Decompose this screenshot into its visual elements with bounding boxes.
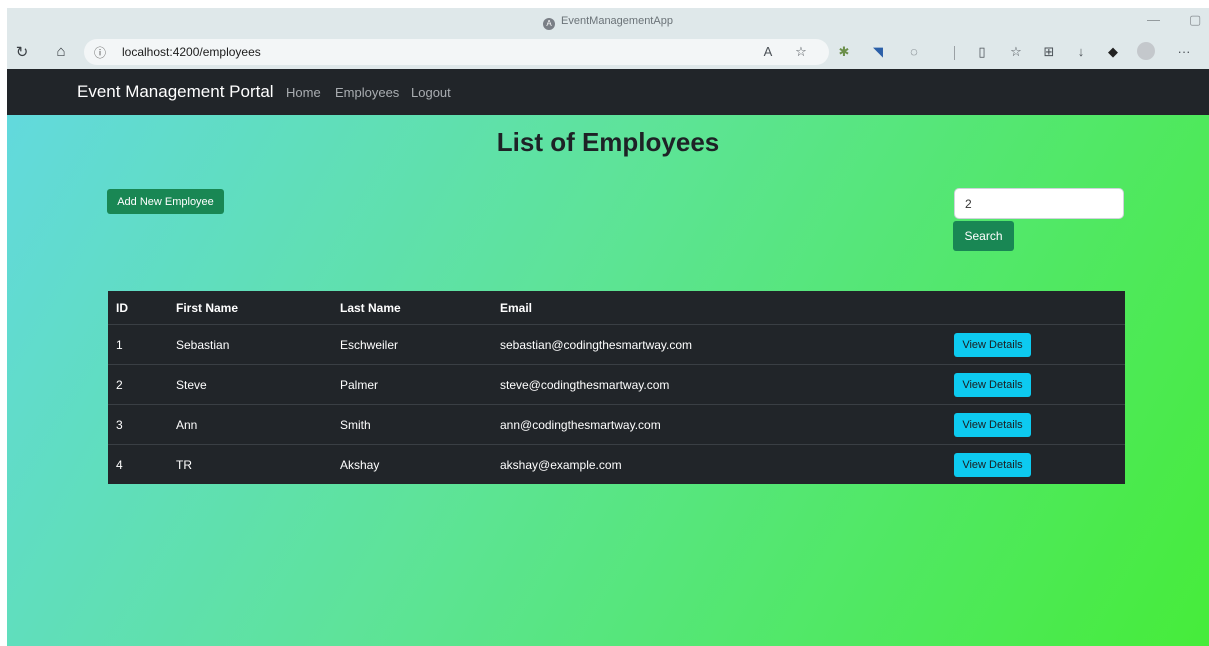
window-title: A EventManagementApp — [7, 15, 1209, 30]
table-header-row: ID First Name Last Name Email — [108, 291, 1125, 325]
cell-email: sebastian@codingthesmartway.com — [492, 324, 946, 365]
cell-last-name: Eschweiler — [332, 324, 492, 365]
app-navbar: Event Management Portal Home Employees L… — [7, 69, 1209, 115]
cell-email: ann@codingthesmartway.com — [492, 404, 946, 445]
minimize-icon[interactable]: — — [1147, 12, 1160, 27]
info-icon[interactable]: ⓘ — [94, 44, 106, 61]
cell-first-name: Steve — [168, 364, 332, 405]
column-header-first-name: First Name — [168, 291, 332, 325]
view-details-button[interactable]: View Details — [954, 332, 1031, 357]
copilot-icon[interactable]: ◌ — [905, 44, 923, 59]
nav-link-logout[interactable]: Logout — [411, 85, 451, 100]
title-bar: A EventManagementApp — ▢ — [7, 8, 1209, 36]
cell-email: steve@codingthesmartway.com — [492, 364, 946, 405]
toolbar-divider — [954, 46, 955, 60]
employees-table: ID First Name Last Name Email 1 Sebastia… — [108, 291, 1125, 484]
cell-id: 4 — [116, 457, 123, 472]
search-input[interactable] — [954, 188, 1124, 219]
refresh-icon[interactable]: ↻ — [13, 43, 31, 61]
cell-actions: View Details — [946, 364, 1125, 405]
cell-id: 2 — [108, 364, 168, 405]
angular-logo-icon: A — [543, 18, 556, 30]
browser-window: A EventManagementApp — ▢ ↻ ⌂ ⓘ localhost:… — [7, 8, 1209, 646]
table-row: 3 Ann Smith ann@codingthesmartway.com Vi… — [108, 404, 1125, 445]
browser-toolbar: ↻ ⌂ ⓘ localhost:4200/employees A ☆ ✱ ◥ ◌… — [7, 36, 1209, 69]
view-details-button[interactable]: View Details — [954, 412, 1031, 437]
collections-icon[interactable]: ⊞ — [1040, 44, 1058, 60]
extension-icon[interactable]: ✱ — [835, 44, 853, 60]
cell-id: 1 — [108, 324, 168, 365]
favorite-star-icon[interactable]: ☆ — [792, 44, 810, 60]
download-icon[interactable]: ↓ — [1072, 44, 1090, 59]
extension-icon[interactable]: ◥ — [869, 44, 887, 60]
main-content: List of Employees Add New Employee Searc… — [7, 115, 1209, 646]
profile-icon[interactable] — [1137, 42, 1155, 60]
cell-first-name: TR — [176, 457, 192, 472]
split-screen-icon[interactable]: ▯ — [973, 44, 991, 60]
view-details-button[interactable]: View Details — [954, 372, 1031, 397]
nav-link-home[interactable]: Home — [286, 85, 321, 100]
favorites-icon[interactable]: ☆ — [1007, 44, 1025, 60]
navbar-brand[interactable]: Event Management Portal — [77, 82, 274, 102]
restore-icon[interactable]: ▢ — [1189, 12, 1201, 28]
cell-actions: View Details — [946, 324, 1125, 365]
home-icon[interactable]: ⌂ — [52, 43, 70, 60]
search-button[interactable]: Search — [953, 221, 1014, 251]
url-text[interactable]: localhost:4200/employees — [122, 45, 261, 59]
cell-id: 3 — [108, 404, 168, 445]
view-details-button[interactable]: View Details — [954, 452, 1031, 477]
cell-last-name: Akshay — [340, 457, 380, 472]
cell-email: akshay@example.com — [500, 457, 622, 472]
cell-last-name: Palmer — [332, 364, 492, 405]
nav-link-employees[interactable]: Employees — [335, 85, 399, 100]
column-header-email: Email — [492, 291, 946, 325]
cell-last-name: Smith — [332, 404, 492, 445]
table-row: 4 TR Akshay akshay@example.com View Deta… — [108, 445, 1125, 485]
cell-first-name: Sebastian — [168, 324, 332, 365]
column-header-actions — [946, 291, 1125, 325]
column-header-last-name: Last Name — [332, 291, 492, 325]
more-icon[interactable]: ··· — [1175, 44, 1193, 59]
extension-icon[interactable]: ◆ — [1104, 44, 1122, 60]
cell-first-name: Ann — [168, 404, 332, 445]
table-row: 2 Steve Palmer steve@codingthesmartway.c… — [108, 364, 1125, 405]
read-aloud-icon[interactable]: A — [759, 44, 777, 59]
cell-actions: View Details — [946, 445, 1125, 485]
add-employee-button[interactable]: Add New Employee — [107, 189, 224, 214]
column-header-id: ID — [108, 291, 168, 325]
address-bar[interactable]: ⓘ localhost:4200/employees — [84, 39, 829, 65]
page-title: List of Employees — [496, 127, 720, 157]
table-row: 1 Sebastian Eschweiler sebastian@codingt… — [108, 324, 1125, 365]
cell-actions: View Details — [946, 404, 1125, 445]
